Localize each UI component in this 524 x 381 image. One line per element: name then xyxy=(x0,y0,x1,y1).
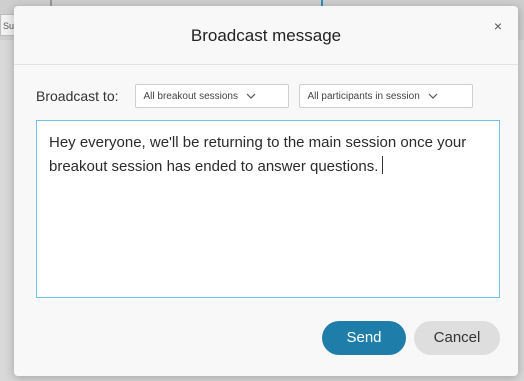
message-text: Hey everyone, we'll be returning to the … xyxy=(49,134,467,175)
close-icon[interactable]: × xyxy=(490,18,506,34)
participant-select-value: All participants in session xyxy=(307,90,420,102)
header-divider xyxy=(14,64,518,65)
broadcast-message-dialog: Broadcast message × Broadcast to: All br… xyxy=(14,6,518,376)
session-select-value: All breakout sessions xyxy=(143,90,239,102)
cancel-button[interactable]: Cancel xyxy=(414,321,500,355)
participant-select[interactable]: All participants in session xyxy=(298,84,473,108)
chevron-down-icon xyxy=(428,93,438,99)
dialog-title: Broadcast message xyxy=(190,26,342,45)
text-cursor xyxy=(382,156,384,174)
broadcast-to-label: Broadcast to: xyxy=(36,88,119,104)
session-select[interactable]: All breakout sessions xyxy=(134,84,289,108)
broadcast-to-row: Broadcast to: All breakout sessions All … xyxy=(36,84,473,108)
send-button[interactable]: Send xyxy=(322,321,406,355)
message-input[interactable]: Hey everyone, we'll be returning to the … xyxy=(36,120,500,298)
chevron-down-icon xyxy=(246,93,256,99)
